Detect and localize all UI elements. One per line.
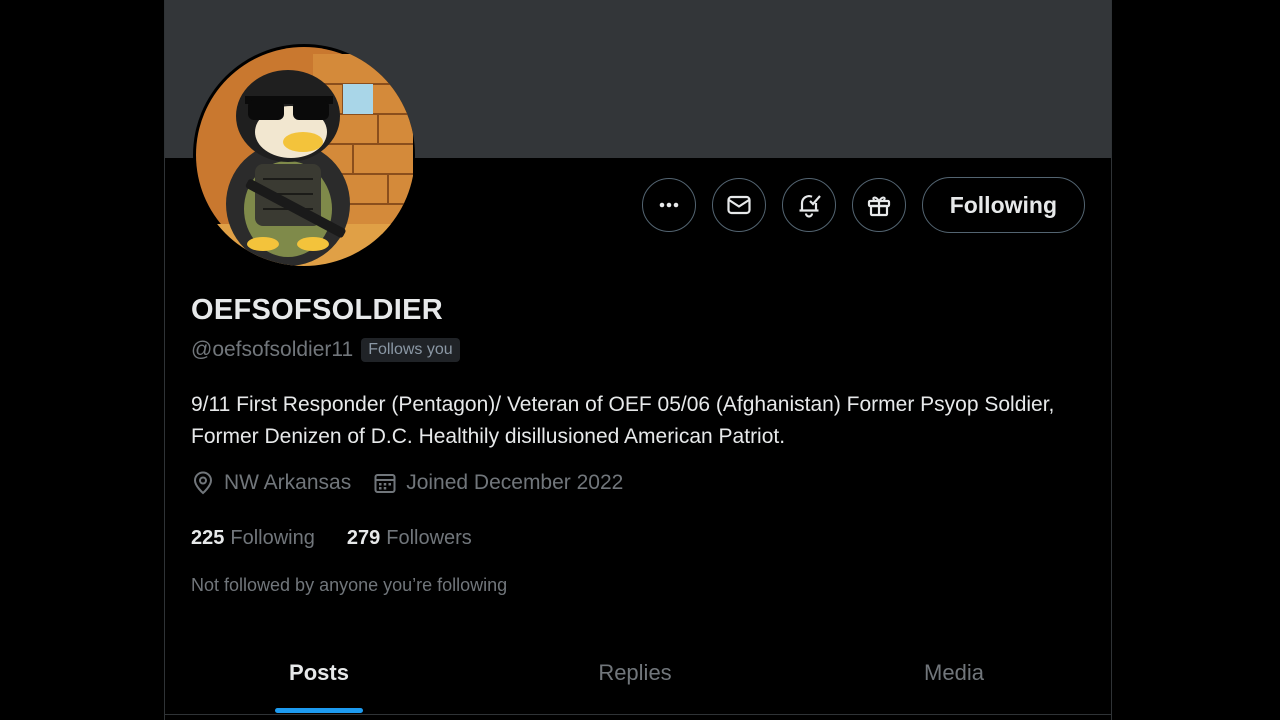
envelope-icon <box>727 195 751 215</box>
profile-column: Following OEFSOFSOLDIER @oefsofsoldier11… <box>164 0 1112 720</box>
profile-actions: Following <box>641 177 1085 233</box>
location-pin-icon <box>193 471 213 495</box>
tab-replies[interactable]: Replies <box>481 630 789 716</box>
joined-text: Joined December 2022 <box>406 471 624 494</box>
following-count: 225 <box>191 527 225 549</box>
message-button[interactable] <box>711 178 766 232</box>
active-tab-indicator <box>275 708 363 713</box>
followers-count-link[interactable]: 279 Followers <box>347 527 472 550</box>
bell-check-icon <box>799 195 821 218</box>
location-item: NW Arkansas <box>191 470 351 496</box>
follows-you-badge: Follows you <box>361 338 460 362</box>
tab-media[interactable]: Media <box>797 630 1111 716</box>
profile-tabs: Posts Replies Media <box>165 630 1111 720</box>
profile-meta: NW Arkansas Joined December 2022 <box>191 470 645 496</box>
joined-item: Joined December 2022 <box>373 471 623 495</box>
more-horizontal-icon <box>659 202 678 208</box>
following-label: Following <box>230 527 315 549</box>
following-count-link[interactable]: 225 Following <box>191 527 315 550</box>
tab-posts[interactable]: Posts <box>165 630 473 716</box>
not-followed-notice: Not followed by anyone you’re following <box>191 575 508 595</box>
tabs-divider <box>165 714 1111 715</box>
gift-button[interactable] <box>851 178 906 232</box>
followers-count: 279 <box>346 527 381 549</box>
more-button[interactable] <box>641 178 696 232</box>
location-text: NW Arkansas <box>224 471 352 494</box>
handle-row: @oefsofsoldier11 Follows you <box>191 338 460 362</box>
followers-label: Followers <box>386 527 472 549</box>
display-name: OEFSOFSOLDIER <box>191 294 444 326</box>
notifications-button[interactable] <box>781 178 836 232</box>
profile-bio: 9/11 First Responder (Pentagon)/ Veteran… <box>191 393 1055 448</box>
gift-icon <box>867 196 890 217</box>
penguin-soldier-avatar-image <box>193 47 415 266</box>
calendar-icon <box>374 474 396 493</box>
username-handle: @oefsofsoldier11 <box>191 338 354 361</box>
follow-stats: 225 Following 279 Followers <box>191 527 504 550</box>
profile-avatar[interactable] <box>193 44 415 266</box>
following-button[interactable]: Following <box>921 177 1085 233</box>
